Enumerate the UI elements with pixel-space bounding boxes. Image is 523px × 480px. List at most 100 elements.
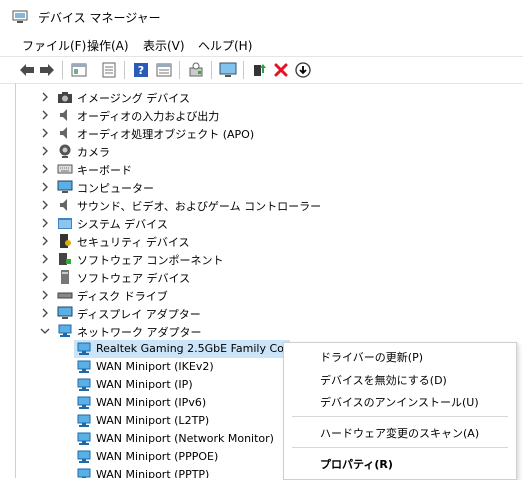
chevron-right-icon[interactable] [40,92,50,102]
toolbar-separator [211,61,212,79]
chevron-right-icon[interactable] [40,236,50,246]
network-adapter-icon [77,342,91,355]
toolbar-separator [124,61,125,79]
chevron-right-icon[interactable] [40,146,50,156]
tree-category-camera[interactable]: カメラ [0,142,523,160]
toolbar-separator [243,61,244,79]
speaker-icon [60,199,67,211]
toolbar-separator [179,61,180,79]
details-view-icon[interactable] [155,61,173,79]
chevron-right-icon[interactable] [40,308,50,318]
forward-arrow-icon[interactable] [38,61,56,79]
webcam-icon [59,144,71,158]
chevron-right-icon[interactable] [40,128,50,138]
tree-category-label: キーボード [77,164,132,177]
device-manager-icon [12,10,28,23]
tree-category-label: ネットワーク アダプター [77,326,202,339]
context-disable-device[interactable]: デバイスを無効にする(D) [320,372,447,388]
tree-category-apo[interactable]: オーディオ処理オブジェクト (APO) [0,124,523,142]
chevron-right-icon[interactable] [40,164,50,174]
svg-text:?: ? [138,64,144,77]
title-bar: デバイス マネージャー [0,0,523,32]
context-separator [292,416,508,417]
tree-category-label: セキュリティ デバイス [77,236,190,249]
chevron-right-icon[interactable] [40,110,50,120]
chevron-down-icon[interactable] [40,326,50,336]
menu-action[interactable]: 操作(A) [87,37,129,54]
tree-device-label: WAN Miniport (IP) [96,378,193,391]
scan-hardware-icon[interactable] [187,61,205,79]
tree-category-audio-io[interactable]: オーディオの入力および出力 [0,106,523,124]
tree-category-disk[interactable]: ディスク ドライブ [0,286,523,304]
toolbar-separator [62,61,63,79]
tree-device-label: WAN Miniport (IKEv2) [96,360,214,373]
tree-category-label: イメージング デバイス [77,92,190,105]
back-arrow-icon[interactable] [18,61,36,79]
network-adapter-icon [77,396,91,409]
network-adapter-icon [77,450,91,463]
tree-category-display[interactable]: ディスプレイ アダプター [0,304,523,322]
context-menu: ドライバーの更新(P) デバイスを無効にする(D) デバイスのアンインストール(… [283,342,517,480]
disk-drive-icon [57,292,73,299]
context-separator [292,447,508,448]
tree-category-sound-video[interactable]: サウンド、ビデオ、およびゲーム コントローラー [0,196,523,214]
tree-category-software-device[interactable]: ソフトウェア デバイス [0,268,523,286]
chevron-right-icon[interactable] [40,254,50,264]
chevron-right-icon[interactable] [40,200,50,210]
tree-category-keyboard[interactable]: キーボード [0,160,523,178]
computer-icon [57,180,73,193]
tree-category-label: オーディオの入力および出力 [77,110,220,123]
tree-device-label: Realtek Gaming 2.5GbE Family Cont [96,342,296,355]
tree-device-label: WAN Miniport (IPv6) [96,396,207,409]
chevron-right-icon[interactable] [40,218,50,228]
tree-category-label: コンピューター [77,182,154,195]
menu-file[interactable]: ファイル(F) [22,37,86,54]
chevron-right-icon[interactable] [40,272,50,282]
toolbar: ? [0,56,523,84]
tree-category-security[interactable]: セキュリティ デバイス [0,232,523,250]
keyboard-icon [57,164,73,174]
security-chip-icon [60,234,71,248]
software-device-icon [61,270,69,284]
tree-category-label: サウンド、ビデオ、およびゲーム コントローラー [77,200,322,213]
menu-help[interactable]: ヘルプ(H) [198,37,252,54]
network-adapter-icon [77,414,91,427]
display-adapter-icon [57,306,73,319]
help-icon[interactable]: ? [132,61,150,79]
tree-device-label: WAN Miniport (L2TP) [96,414,210,427]
tree-category-system[interactable]: システム デバイス [0,214,523,232]
network-adapter-icon [77,468,91,478]
tree-category-network[interactable]: ネットワーク アダプター [0,322,523,340]
context-properties[interactable]: プロパティ(R) [320,456,393,472]
properties-panel-icon[interactable] [70,61,88,79]
menu-bar: ファイル(F) 操作(A) 表示(V) ヘルプ(H) [0,34,523,54]
remove-device-icon[interactable] [272,61,290,79]
context-update-driver[interactable]: ドライバーの更新(P) [320,349,423,365]
chevron-right-icon[interactable] [40,290,50,300]
tree-device-label: WAN Miniport (Network Monitor) [96,432,274,445]
tree-device-label: WAN Miniport (PPPOE) [96,450,219,463]
window-title: デバイス マネージャー [38,11,161,25]
list-view-icon[interactable] [100,61,118,79]
download-icon[interactable] [294,61,312,79]
tree-category-label: カメラ [77,146,110,159]
tree-category-computer[interactable]: コンピューター [0,178,523,196]
tree-category-imaging[interactable]: イメージング デバイス [0,88,523,106]
tree-category-label: ソフトウェア コンポーネント [77,254,224,267]
context-uninstall-device[interactable]: デバイスのアンインストール(U) [320,394,479,410]
camera-imaging-icon [58,92,72,103]
tree-category-label: ディスプレイ アダプター [77,308,201,321]
context-scan-hardware[interactable]: ハードウェア変更のスキャン(A) [320,425,479,441]
monitor-icon[interactable] [219,61,237,79]
speaker-icon [60,109,67,121]
chevron-right-icon[interactable] [40,182,50,192]
tree-category-label: オーディオ処理オブジェクト (APO) [77,128,255,141]
folder-icon [58,218,72,229]
network-adapter-icon [58,324,72,337]
tree-device-label: WAN Miniport (PPTP) [96,468,210,478]
network-adapter-icon [77,378,91,391]
tree-category-label: ソフトウェア デバイス [77,272,191,285]
add-driver-icon[interactable] [251,61,269,79]
tree-category-software-component[interactable]: ソフトウェア コンポーネント [0,250,523,268]
menu-view[interactable]: 表示(V) [143,37,185,54]
